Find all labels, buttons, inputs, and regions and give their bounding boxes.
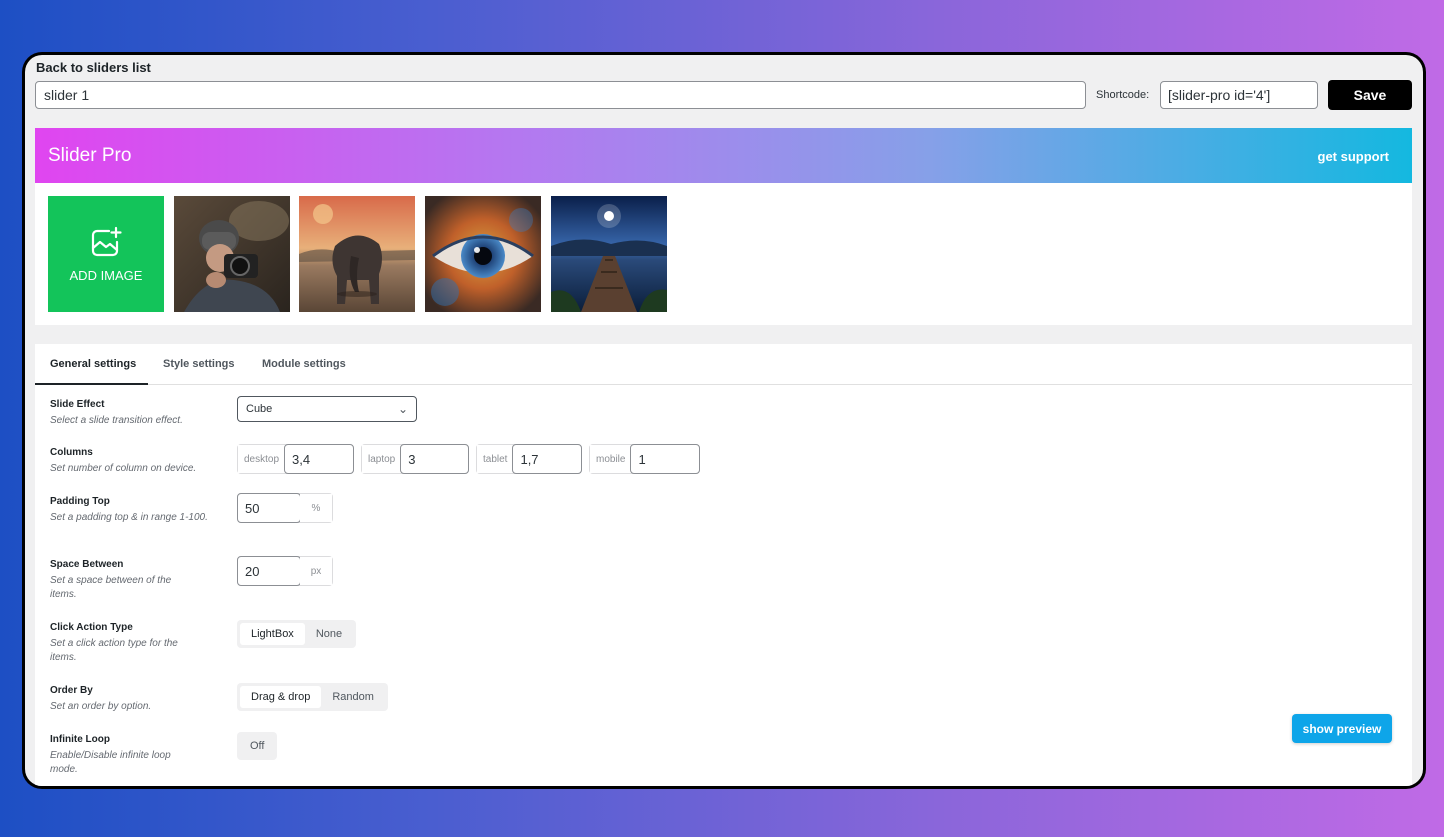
tab-general-settings[interactable]: General settings (50, 358, 136, 370)
back-to-list-link[interactable]: Back to sliders list (36, 60, 151, 75)
image-gallery: ADD IMAGE (35, 183, 1412, 325)
order-by-drag-drop[interactable]: Drag & drop (240, 686, 322, 708)
laptop-addon: laptop (362, 445, 402, 473)
padding-top-group: 50 % (237, 493, 333, 523)
columns-desc: Set number of column on device. (50, 463, 197, 474)
active-tab-indicator (35, 383, 148, 385)
get-support-link[interactable]: get support (1318, 149, 1390, 164)
space-between-unit: px (300, 557, 332, 585)
thumbnail-photographer[interactable] (174, 196, 290, 312)
plugin-banner: Slider Pro get support (35, 128, 1412, 183)
shortcode-label: Shortcode: (1096, 89, 1150, 101)
space-between-group: 20 px (237, 556, 333, 586)
slide-effect-value: Cube (246, 403, 273, 415)
infinite-loop-title: Infinite Loop (50, 734, 110, 745)
columns-laptop-group: laptop 3 (361, 444, 469, 474)
padding-top-input[interactable]: 50 (237, 493, 301, 523)
click-action-lightbox[interactable]: LightBox (240, 623, 305, 645)
mobile-addon: mobile (590, 445, 632, 473)
slider-name-input[interactable]: slider 1 (35, 81, 1086, 109)
click-action-none[interactable]: None (305, 623, 353, 645)
tablet-addon: tablet (477, 445, 514, 473)
thumbnail-lake-pier[interactable] (551, 196, 667, 312)
app-frame: Back to sliders list slider 1 Shortcode:… (22, 52, 1426, 789)
order-by-title: Order By (50, 685, 93, 696)
add-image-label: ADD IMAGE (69, 267, 143, 283)
slide-effect-row: Slide Effect Select a slide transition e… (50, 399, 210, 428)
settings-tabs: General settings Style settings Module s… (35, 344, 1412, 385)
plugin-title: Slider Pro (48, 145, 132, 166)
columns-tablet-input[interactable]: 1,7 (512, 444, 582, 474)
click-action-toggle: LightBox None (237, 620, 357, 648)
padding-top-title: Padding Top (50, 496, 110, 507)
columns-laptop-input[interactable]: 3 (400, 444, 469, 474)
click-action-desc: Set a click action type for the items. (50, 638, 178, 663)
columns-row: Columns Set number of column on device. (50, 447, 210, 476)
order-by-row: Order By Set an order by option. (50, 685, 210, 714)
add-image-button[interactable]: ADD IMAGE (48, 196, 164, 312)
columns-title: Columns (50, 447, 93, 458)
columns-desktop-input[interactable]: 3,4 (284, 444, 354, 474)
padding-top-desc: Set a padding top & in range 1-100. (50, 512, 208, 523)
padding-top-unit: % (300, 494, 332, 522)
infinite-loop-row: Infinite Loop Enable/Disable infinite lo… (50, 734, 200, 777)
settings-panel: General settings Style settings Module s… (35, 344, 1412, 786)
space-between-desc: Set a space between of the items. (50, 575, 172, 600)
columns-mobile-group: mobile 1 (589, 444, 700, 474)
order-by-toggle: Drag & drop Random (237, 683, 388, 711)
infinite-loop-desc: Enable/Disable infinite loop mode. (50, 750, 171, 775)
space-between-row: Space Between Set a space between of the… (50, 559, 200, 602)
space-between-input[interactable]: 20 (237, 556, 301, 586)
columns-mobile-input[interactable]: 1 (630, 444, 700, 474)
order-by-random[interactable]: Random (321, 686, 385, 708)
columns-tablet-group: tablet 1,7 (476, 444, 582, 474)
chevron-down-icon: ⌄ (397, 402, 408, 416)
slide-effect-select[interactable]: Cube ⌄ (237, 396, 417, 422)
tab-style-settings[interactable]: Style settings (163, 358, 235, 370)
slide-effect-desc: Select a slide transition effect. (50, 415, 183, 426)
slide-effect-title: Slide Effect (50, 399, 105, 410)
click-action-title: Click Action Type (50, 622, 133, 633)
add-image-icon (91, 226, 122, 256)
app-screen: Back to sliders list slider 1 Shortcode:… (25, 55, 1423, 786)
thumbnail-eye[interactable] (425, 196, 541, 312)
thumbnail-elephant[interactable] (299, 196, 415, 312)
save-button[interactable]: Save (1328, 80, 1412, 110)
order-by-desc: Set an order by option. (50, 701, 152, 712)
infinite-loop-toggle[interactable]: Off (237, 732, 278, 760)
shortcode-field[interactable]: [slider-pro id='4'] (1160, 81, 1318, 109)
columns-desktop-group: desktop 3,4 (237, 444, 354, 474)
space-between-title: Space Between (50, 559, 124, 570)
click-action-row: Click Action Type Set a click action typ… (50, 622, 200, 665)
show-preview-button[interactable]: show preview (1292, 714, 1392, 743)
desktop-addon: desktop (238, 445, 286, 473)
tab-module-settings[interactable]: Module settings (262, 358, 346, 370)
padding-top-row: Padding Top Set a padding top & in range… (50, 496, 208, 525)
infinite-loop-value: Off (250, 740, 265, 752)
